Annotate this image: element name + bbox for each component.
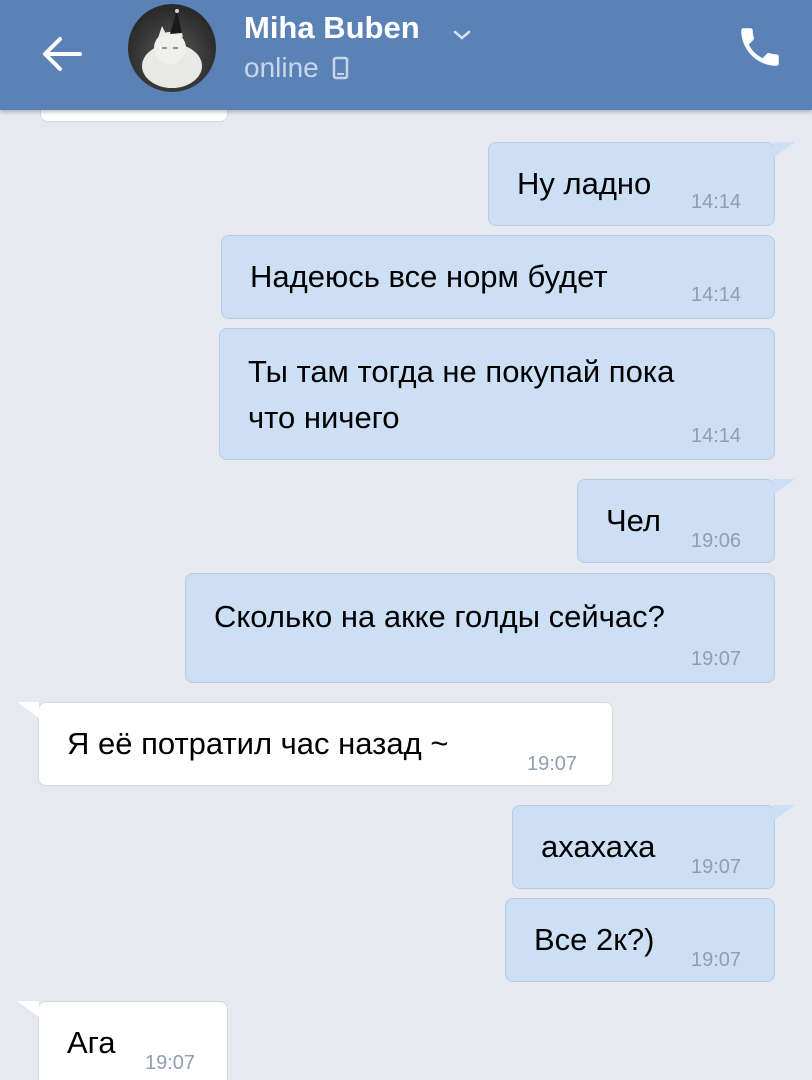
bubble-tail [17, 702, 39, 718]
message-text: Сколько на акке голды сейчас? [214, 599, 665, 634]
message-time: 19:06 [691, 530, 742, 552]
message-bubble-outgoing[interactable]: Чел 19:06 [577, 479, 775, 563]
message-bubble-outgoing[interactable]: Сколько на акке голды сейчас? 19:07 [185, 573, 775, 683]
message-bubble-outgoing[interactable]: Ну ладно 14:14 [488, 142, 775, 226]
message-text-line: Ты там тогда не покупай пока что ничего [248, 354, 675, 435]
bubble-tail [773, 142, 795, 158]
message-time: 14:14 [691, 191, 742, 213]
contact-name[interactable]: Miha Buben [244, 10, 420, 46]
message-text: Все 2к?) [534, 922, 655, 957]
back-arrow-icon [43, 37, 82, 71]
message-bubble-outgoing[interactable]: Все 2к?) 19:07 [505, 898, 775, 982]
message-bubble-partial [40, 110, 228, 122]
bubble-tail [17, 1001, 39, 1017]
cat-avatar-image [142, 9, 202, 88]
bubble-tail [773, 805, 795, 821]
message-text: Чел [606, 503, 661, 538]
message-text: Я её потратил час назад ~ [67, 726, 449, 761]
message-time: 19:07 [691, 856, 742, 878]
chat-header: Miha Buben online [0, 0, 812, 110]
message-time: 14:14 [691, 284, 742, 306]
message-bubble-outgoing[interactable]: ахахаха 19:07 [512, 805, 775, 889]
bubble-tail [773, 479, 795, 495]
message-bubble-outgoing[interactable]: Ты там тогда не покупай пока что ничего 1… [219, 328, 775, 460]
avatar[interactable] [128, 4, 216, 92]
phone-icon [741, 28, 779, 66]
status-text: online [244, 52, 319, 83]
message-bubble-outgoing[interactable]: Надеюсь все норм будет 14:14 [221, 235, 775, 319]
call-button[interactable] [735, 22, 785, 72]
message-text: Ага [67, 1025, 116, 1060]
message-time: 19:07 [145, 1052, 196, 1074]
message-time: 14:14 [691, 425, 742, 447]
message-list[interactable]: Ну ладно 14:14 Надеюсь все норм будет 14… [0, 110, 812, 1080]
mobile-device-icon [332, 56, 349, 80]
message-text: Ну ладно [517, 166, 652, 201]
message-time: 19:07 [527, 753, 578, 775]
contact-status: online [244, 52, 351, 86]
message-time: 19:07 [691, 648, 742, 670]
back-button[interactable] [36, 28, 88, 80]
message-text: Надеюсь все норм будет [250, 259, 608, 294]
message-bubble-incoming[interactable]: Я её потратил час назад ~ 19:07 [38, 702, 613, 786]
message-text: ахахаха [541, 829, 656, 864]
message-text: Ты там тогда не покупай пока что ничего [248, 349, 674, 441]
message-bubble-incoming[interactable]: Ага 19:07 [38, 1001, 228, 1080]
chevron-down-icon[interactable] [452, 28, 472, 42]
message-time: 19:07 [691, 949, 742, 971]
